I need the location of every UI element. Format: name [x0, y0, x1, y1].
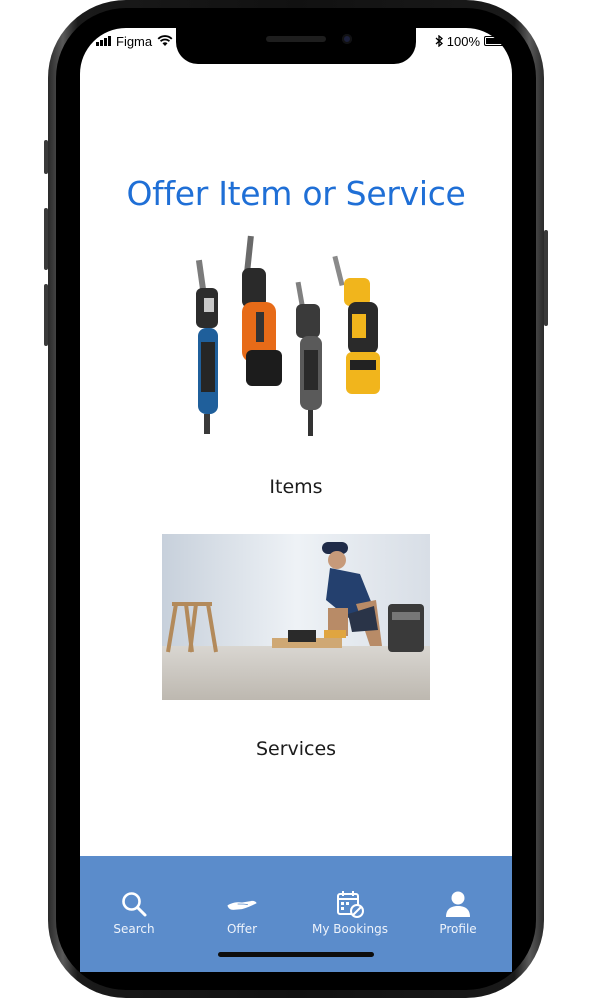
calendar-icon — [334, 890, 366, 918]
phone-screen — [80, 28, 512, 972]
services-label[interactable]: Services — [80, 738, 512, 760]
battery-icon — [484, 36, 509, 46]
notch — [176, 28, 416, 64]
nav-search[interactable]: Search — [84, 890, 184, 936]
nav-my-bookings-label: My Bookings — [312, 922, 388, 936]
cellular-signal-icon — [96, 36, 111, 46]
nav-my-bookings[interactable]: My Bookings — [300, 890, 400, 936]
front-camera — [342, 34, 352, 44]
nav-profile[interactable]: Profile — [408, 890, 508, 936]
volume-down-button — [44, 284, 48, 346]
status-bar-right: 100% — [435, 32, 509, 50]
nav-offer[interactable]: Offer — [192, 890, 292, 936]
volume-up-button — [44, 208, 48, 270]
services-image[interactable] — [162, 534, 430, 700]
page-title: Offer Item or Service — [126, 174, 466, 213]
status-bar-left: Figma — [96, 32, 173, 50]
speaker — [266, 36, 326, 42]
power-button — [544, 230, 548, 326]
blue-multitool-icon — [195, 259, 218, 434]
bluetooth-icon — [435, 35, 443, 47]
carrier-name: Figma — [116, 33, 153, 49]
nav-profile-label: Profile — [439, 922, 477, 936]
profile-icon — [442, 890, 474, 918]
nav-search-label: Search — [113, 922, 155, 936]
search-icon — [118, 890, 150, 918]
orange-multitool-icon — [242, 235, 282, 386]
items-image[interactable] — [186, 232, 406, 442]
battery-percent: 100% — [446, 33, 480, 49]
items-label[interactable]: Items — [80, 476, 512, 498]
offer-hand-icon — [226, 890, 258, 918]
yellow-multitool-icon — [332, 255, 380, 394]
wifi-icon — [157, 35, 173, 46]
nav-offer-label: Offer — [226, 922, 258, 936]
silent-switch — [44, 140, 48, 174]
grey-multitool-icon — [295, 281, 322, 436]
home-indicator[interactable] — [218, 952, 374, 957]
